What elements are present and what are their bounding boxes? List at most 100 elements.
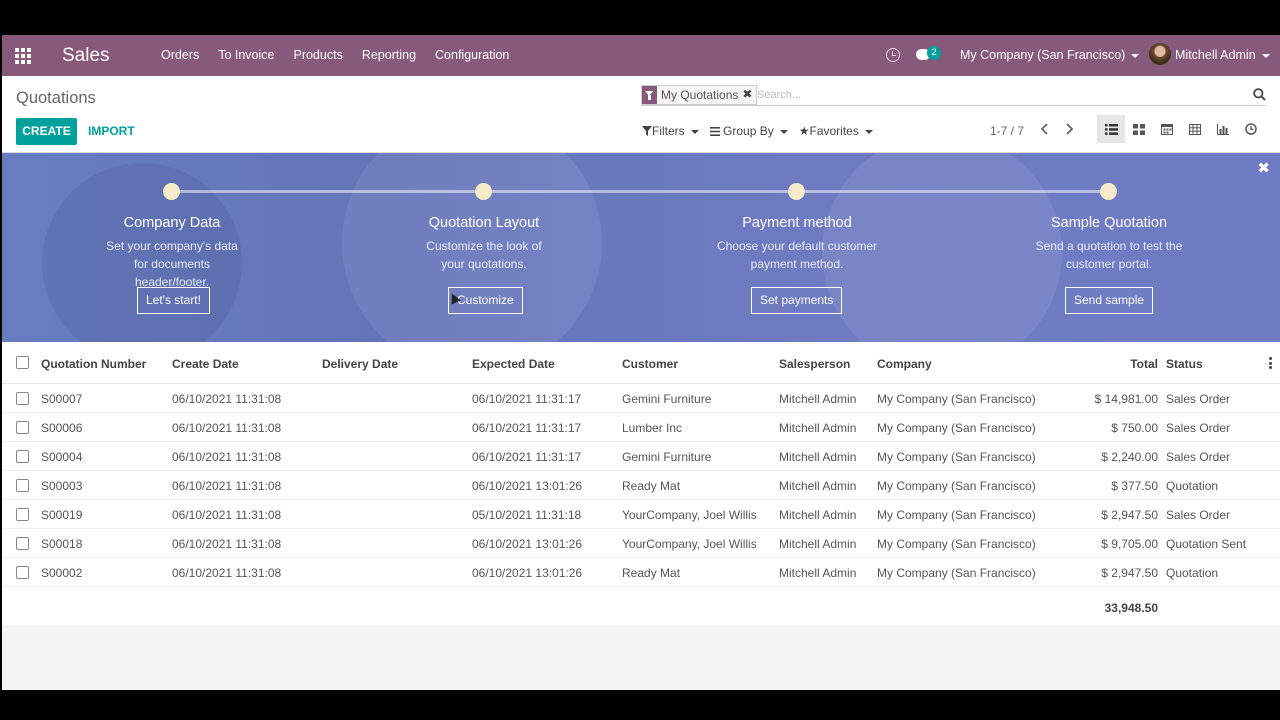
cell-total: $ 750.00 [1111, 421, 1158, 435]
cell-status: Sales Order [1166, 421, 1231, 435]
graph-view-icon[interactable] [1209, 115, 1237, 143]
set-payments-button[interactable]: Set payments [751, 287, 843, 314]
cell-create-date: 06/10/2021 11:31:08 [172, 566, 282, 580]
table-footer: 33,948.50 [2, 588, 1280, 624]
cell-total: $ 2,947.50 [1101, 508, 1158, 522]
filters-dropdown[interactable]: Filters [642, 124, 699, 138]
lets-start-button[interactable]: Let's start! [137, 287, 210, 314]
kanban-view-icon[interactable] [1125, 115, 1153, 143]
calendar-view-icon[interactable] [1153, 115, 1181, 143]
table-row[interactable]: S00018 06/10/2021 11:31:08 06/10/2021 13:0… [2, 529, 1280, 558]
cell-salesperson: Mitchell Admin [779, 508, 857, 522]
menu-orders[interactable]: Orders [161, 48, 199, 62]
col-status[interactable]: Status [1166, 357, 1203, 371]
col-delivery-date[interactable]: Delivery Date [322, 357, 398, 371]
table-row[interactable]: S00004 06/10/2021 11:31:08 06/10/2021 11:3… [2, 442, 1280, 471]
banner-close-icon[interactable]: ✖ [1257, 159, 1270, 177]
col-company[interactable]: Company [877, 357, 932, 371]
search-options: Filters Group By ★Favorites [642, 124, 884, 138]
step-description: Send a quotation to test the customer po… [1035, 239, 1183, 271]
cell-quotation-number: S00007 [41, 392, 83, 406]
row-checkbox[interactable] [16, 392, 29, 405]
cell-total: $ 377.50 [1111, 479, 1158, 493]
star-icon: ★ [798, 124, 810, 138]
grand-total: 33,948.50 [1104, 601, 1158, 615]
search-input[interactable] [757, 86, 1237, 104]
col-customer[interactable]: Customer [622, 357, 678, 371]
app-brand[interactable]: Sales [62, 45, 110, 67]
cell-status: Quotation [1166, 566, 1219, 580]
pivot-view-icon[interactable] [1181, 115, 1209, 143]
row-checkbox[interactable] [16, 450, 29, 463]
menu-products[interactable]: Products [293, 48, 342, 62]
onboarding-banner: ✖ Company Data Set your company's data f… [2, 153, 1280, 342]
quotations-list: Quotation Number Create Date Delivery Da… [2, 342, 1280, 625]
groupby-label: Group By [723, 124, 774, 138]
row-checkbox[interactable] [16, 508, 29, 521]
col-create-date[interactable]: Create Date [172, 357, 239, 371]
row-checkbox[interactable] [16, 566, 29, 579]
step-description: Set your company's data for documents he… [106, 239, 238, 289]
group-by-dropdown[interactable]: Group By [709, 124, 788, 138]
menu-to-invoice[interactable]: To Invoice [218, 48, 274, 62]
table-row[interactable]: S00019 06/10/2021 11:31:08 05/10/2021 11:3… [2, 500, 1280, 529]
col-total[interactable]: Total [1060, 357, 1158, 371]
company-switcher[interactable]: My Company (San Francisco) [960, 48, 1140, 62]
caret-down-icon [864, 129, 873, 134]
search-icon[interactable] [1253, 88, 1266, 101]
odoo-app: Sales Orders To Invoice Products Reporti… [2, 35, 1280, 690]
import-button[interactable]: IMPORT [88, 124, 135, 138]
screen: Sales Orders To Invoice Products Reporti… [0, 0, 1280, 720]
user-avatar[interactable] [1149, 43, 1171, 65]
table-row[interactable]: S00006 06/10/2021 11:31:08 06/10/2021 11:3… [2, 413, 1280, 442]
filter-funnel-icon [642, 126, 652, 136]
favorites-dropdown[interactable]: ★Favorites [799, 124, 873, 138]
activity-clock-icon[interactable] [886, 48, 900, 62]
table-row[interactable]: S00007 06/10/2021 11:31:08 06/10/2021 11:3… [2, 384, 1280, 413]
col-salesperson[interactable]: Salesperson [779, 357, 850, 371]
cell-status: Sales Order [1166, 508, 1231, 522]
optional-columns-icon[interactable] [1269, 357, 1272, 369]
send-sample-button[interactable]: Send sample [1065, 287, 1154, 314]
table-row[interactable]: S00003 06/10/2021 11:31:08 06/10/2021 13:0… [2, 471, 1280, 500]
activity-view-icon[interactable] [1237, 115, 1265, 143]
col-expected-date[interactable]: Expected Date [472, 357, 555, 371]
cell-expected-date: 06/10/2021 11:31:17 [472, 392, 582, 406]
cell-company: My Company (San Francisco) [877, 479, 1036, 493]
table-header: Quotation Number Create Date Delivery Da… [2, 342, 1280, 384]
row-checkbox[interactable] [16, 479, 29, 492]
cell-salesperson: Mitchell Admin [779, 566, 857, 580]
step-dot [788, 183, 805, 200]
cell-salesperson: Mitchell Admin [779, 421, 857, 435]
list-view-icon[interactable] [1097, 115, 1125, 143]
cell-create-date: 06/10/2021 11:31:08 [172, 392, 282, 406]
select-all-checkbox[interactable] [16, 356, 29, 369]
menu-configuration[interactable]: Configuration [435, 48, 509, 62]
pager-value[interactable]: 1-7 / 7 [990, 124, 1024, 138]
cell-quotation-number: S00003 [41, 479, 83, 493]
caret-down-icon [690, 129, 699, 134]
cell-salesperson: Mitchell Admin [779, 450, 857, 464]
pager-next-icon[interactable] [1063, 122, 1075, 136]
user-menu[interactable]: Mitchell Admin [1175, 48, 1270, 62]
control-panel: Quotations CREATE IMPORT My Quotations ✖… [2, 76, 1280, 153]
create-button[interactable]: CREATE [16, 118, 77, 145]
step-title: Payment method [742, 215, 852, 231]
table-row[interactable]: S00002 06/10/2021 11:31:08 06/10/2021 13:0… [2, 558, 1280, 587]
cell-expected-date: 06/10/2021 13:01:26 [472, 537, 583, 551]
bars-icon [709, 127, 720, 136]
row-checkbox[interactable] [16, 421, 29, 434]
col-quotation-number[interactable]: Quotation Number [41, 357, 146, 371]
cell-salesperson: Mitchell Admin [779, 479, 857, 493]
cell-quotation-number: S00019 [41, 508, 83, 522]
apps-grid-icon[interactable] [15, 48, 33, 64]
cell-expected-date: 06/10/2021 11:31:17 [472, 421, 582, 435]
cell-salesperson: Mitchell Admin [779, 392, 857, 406]
cell-salesperson: Mitchell Admin [779, 537, 857, 551]
cell-create-date: 06/10/2021 11:31:08 [172, 479, 282, 493]
step-description: Customize the look of your quotations. [426, 239, 542, 271]
row-checkbox[interactable] [16, 537, 29, 550]
facet-remove-icon[interactable]: ✖ [742, 86, 756, 104]
pager-previous-icon[interactable] [1039, 122, 1051, 136]
menu-reporting[interactable]: Reporting [362, 48, 416, 62]
